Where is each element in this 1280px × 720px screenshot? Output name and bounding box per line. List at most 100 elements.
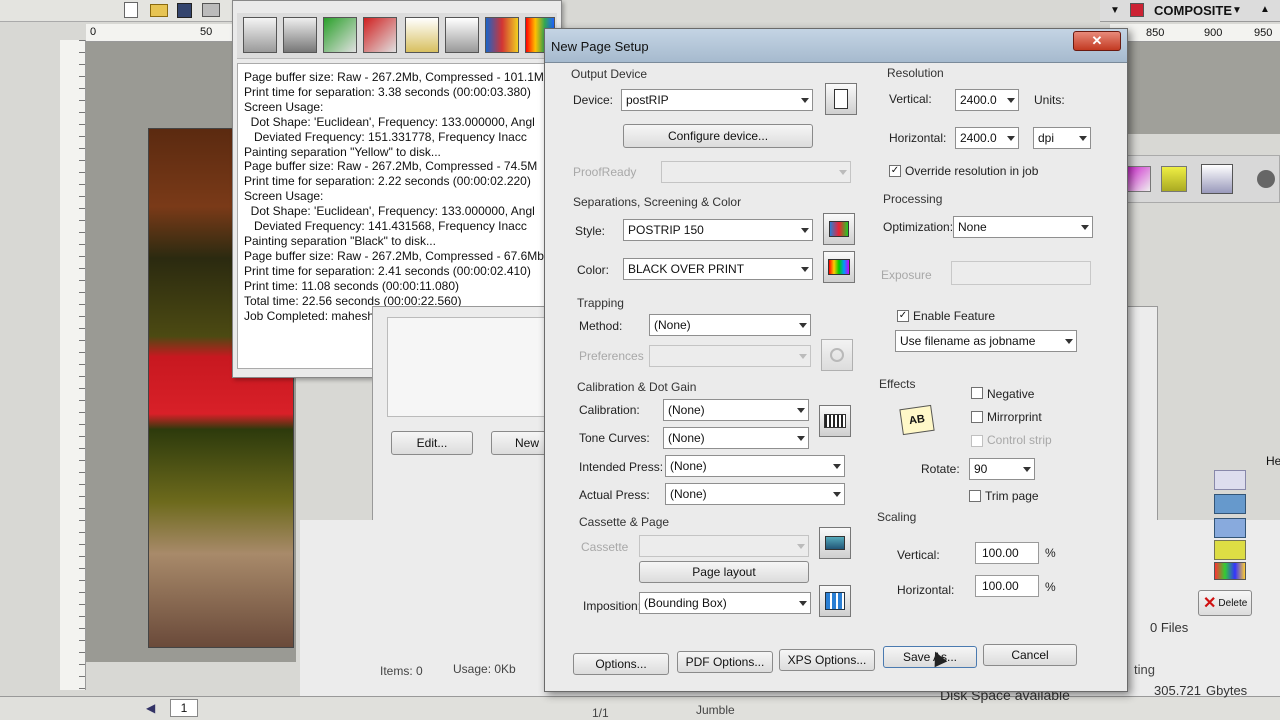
forward-arrow-icon[interactable] (1214, 494, 1246, 514)
ruler-label-900: 900 (1204, 27, 1223, 39)
layer-icon[interactable] (1161, 166, 1187, 192)
method-select[interactable]: (None) (649, 314, 811, 336)
actual-press-select[interactable]: (None) (665, 483, 845, 505)
scaling-horizontal-field[interactable]: 100.00 (975, 575, 1039, 597)
log-lines: Page buffer size: Raw - 267.2Mb, Compres… (244, 70, 554, 323)
dropdown-arrow-icon[interactable]: ▼ (1110, 5, 1120, 16)
trim-page-label: Trim page (985, 489, 1039, 503)
print-icon[interactable] (202, 3, 220, 17)
negative-checkbox[interactable] (971, 387, 983, 399)
color-settings-icon[interactable] (823, 251, 855, 283)
rotate-select[interactable]: 90 (969, 458, 1035, 480)
intended-press-label: Intended Press: (579, 460, 664, 474)
log-line: Screen Usage: (244, 189, 324, 204)
log-line: Dot Shape: 'Euclidean', Frequency: 133.0… (244, 114, 535, 129)
tone-curves-select[interactable]: (None) (663, 427, 809, 449)
printer-icon[interactable] (243, 17, 277, 53)
mode-dropdown-icon[interactable]: ▼ (1232, 5, 1242, 16)
scroll-left-icon[interactable]: ◀ (146, 701, 155, 715)
horizontal-resolution-value: 2400.0 (960, 131, 997, 145)
calibration-select[interactable]: (None) (663, 399, 809, 421)
new-file-icon[interactable] (124, 2, 138, 18)
tone-curves-label: Tone Curves: (579, 431, 650, 445)
xps-options-button[interactable]: XPS Options... (779, 649, 875, 671)
options-button[interactable]: Options... (573, 653, 669, 675)
document-icon[interactable] (405, 17, 439, 53)
exposure-field[interactable] (951, 261, 1091, 285)
back-arrow-icon[interactable] (1214, 470, 1246, 490)
preferences-label: Preferences (579, 349, 644, 363)
trapping-settings-icon[interactable] (821, 339, 853, 371)
jumble-label: Jumble (696, 703, 735, 717)
files-count: 0 Files (1150, 620, 1189, 635)
horizontal-resolution-select[interactable]: 2400.0 (955, 127, 1019, 149)
chevron-down-icon (1065, 339, 1073, 344)
override-resolution-label: Override resolution in job (905, 164, 1039, 178)
cassette-settings-icon[interactable] (819, 527, 851, 559)
page-number-box[interactable]: 1 (170, 699, 198, 717)
log-line: Deviated Frequency: 151.331778, Frequenc… (244, 129, 527, 144)
list-icon[interactable] (1214, 540, 1246, 560)
colors-icon[interactable] (1214, 562, 1246, 580)
vertical-resolution-select[interactable]: 2400.0 (955, 89, 1019, 111)
trim-page-checkbox[interactable] (969, 490, 981, 502)
color-value: BLACK OVER PRINT (628, 262, 745, 276)
style-settings-icon[interactable] (823, 213, 855, 245)
scaling-vertical-field[interactable]: 100.00 (975, 542, 1039, 564)
calibration-settings-icon[interactable] (819, 405, 851, 437)
imposition-select[interactable]: (Bounding Box) (639, 592, 811, 614)
status-ting: ting (1134, 662, 1155, 677)
rip-icon[interactable] (283, 17, 317, 53)
configure-device-button[interactable]: Configure device... (623, 124, 813, 148)
close-button[interactable]: ✕ (1073, 31, 1121, 51)
scroll-up-icon[interactable]: ▲ (1260, 4, 1270, 15)
device-select[interactable]: postRIP (621, 89, 813, 111)
cassette-stack-icon (825, 536, 845, 550)
proofready-select[interactable] (661, 161, 851, 183)
color-screen-icon (829, 221, 849, 237)
log-line: Deviated Frequency: 141.431568, Frequenc… (244, 219, 527, 234)
optimization-select[interactable]: None (953, 216, 1093, 238)
imposition-label: Imposition: (583, 599, 642, 613)
jobname-select[interactable]: Use filename as jobname (895, 330, 1077, 352)
record-icon[interactable] (1257, 170, 1275, 188)
intended-press-select[interactable]: (None) (665, 455, 845, 477)
units-select[interactable]: dpi (1033, 127, 1091, 149)
mirrorprint-checkbox[interactable] (971, 411, 983, 423)
green-arrow-icon[interactable] (323, 17, 357, 53)
chevron-down-icon (833, 492, 841, 497)
calc-icon[interactable] (445, 17, 479, 53)
enable-feature-checkbox[interactable]: ✓ (897, 310, 909, 322)
page-layout-button[interactable]: Page layout (639, 561, 809, 583)
control-strip-checkbox[interactable] (971, 435, 983, 447)
units-value: dpi (1038, 131, 1055, 145)
chevron-down-icon (1007, 98, 1015, 103)
window-icon[interactable] (1201, 164, 1233, 194)
scaling-group: Scaling (877, 510, 917, 524)
open-folder-icon[interactable] (150, 4, 168, 17)
pen-icon[interactable] (1125, 166, 1151, 192)
tone-curves-value: (None) (668, 431, 705, 445)
delete-button[interactable]: ✕ Delete (1198, 590, 1252, 616)
color-chart-icon[interactable] (485, 17, 519, 53)
style-select[interactable]: POSTRIP 150 (623, 219, 813, 241)
red-arrow-icon[interactable] (363, 17, 397, 53)
pdf-options-button[interactable]: PDF Options... (677, 651, 773, 673)
save-icon[interactable] (177, 3, 192, 18)
override-resolution-checkbox[interactable]: ✓ (889, 165, 901, 177)
copy-icon[interactable] (1214, 518, 1246, 538)
cassette-select[interactable] (639, 535, 809, 557)
scaling-vertical-label: Vertical: (897, 548, 940, 562)
resolution-group: Resolution (887, 66, 944, 80)
color-select[interactable]: BLACK OVER PRINT (623, 258, 813, 280)
grid-icon[interactable] (1130, 3, 1144, 17)
vertical-ruler (60, 40, 86, 690)
mode-label[interactable]: COMPOSITE (1154, 3, 1232, 18)
edit-button[interactable]: Edit... (391, 431, 473, 455)
imposition-settings-icon[interactable] (819, 585, 851, 617)
preferences-select[interactable] (649, 345, 811, 367)
device-properties-icon[interactable] (825, 83, 857, 115)
dialog-title-bar[interactable]: New Page Setup ✕ (545, 29, 1127, 63)
cancel-button[interactable]: Cancel (983, 644, 1077, 666)
page-indicator: 1/1 (592, 706, 609, 720)
